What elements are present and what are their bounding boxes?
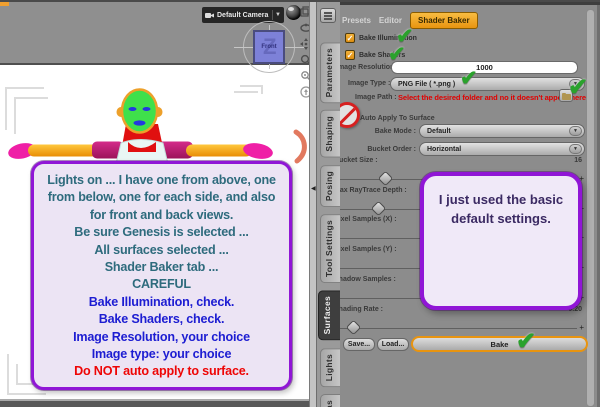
note-line: Bake Illumination, check. bbox=[88, 294, 235, 309]
tutorial-callout-box: I just used the basic default settings. bbox=[420, 172, 582, 310]
load-button[interactable]: Load... bbox=[377, 338, 409, 351]
chevron-down-icon[interactable]: ▼ bbox=[275, 12, 281, 18]
side-tab[interactable]: Posing bbox=[320, 164, 340, 208]
shader-baker-panel: Presets Editor Shader Baker ✓ Bake Illum… bbox=[333, 2, 600, 407]
chevron-down-icon[interactable]: ▼ bbox=[569, 79, 582, 89]
note-line: Shader Baker tab ... bbox=[104, 260, 219, 275]
note-line: Be sure Genesis is selected ... bbox=[74, 225, 249, 240]
slider-label: Shading Rate : bbox=[334, 305, 384, 313]
viewport-header-area: Default Camera ▼ Z Front bbox=[0, 2, 309, 73]
app-window: Default Camera ▼ Z Front Lights on ... I… bbox=[0, 0, 600, 407]
slider-label: Max RayTrace Depth : bbox=[334, 186, 407, 194]
save-button[interactable]: Save... bbox=[343, 338, 375, 351]
bake-mode-value: Default bbox=[427, 128, 451, 135]
slider-handle[interactable] bbox=[345, 319, 361, 335]
view-cube-widget[interactable]: Z Front bbox=[234, 21, 304, 73]
side-tab-strip: Parameters Shaping Posing Tool Settings Surf… bbox=[317, 2, 340, 407]
panel-scrollbar[interactable] bbox=[586, 9, 595, 407]
viewport-bottom-bar bbox=[0, 401, 309, 407]
callout-line: I just used the basic bbox=[438, 192, 564, 207]
slider-label: Bucket Size : bbox=[334, 157, 378, 164]
viewport-pane: Default Camera ▼ Z Front Lights on ... I… bbox=[0, 2, 312, 407]
slider-handle[interactable] bbox=[377, 170, 394, 187]
bake-button[interactable]: Bake bbox=[411, 336, 588, 352]
slider-handle[interactable] bbox=[370, 200, 387, 216]
view-cube[interactable]: Z Front bbox=[253, 30, 285, 64]
bake-illumination-checkbox[interactable]: ✓ bbox=[345, 33, 355, 43]
panel-menu-icon[interactable] bbox=[320, 8, 336, 23]
side-tab[interactable]: Parameters bbox=[320, 42, 340, 104]
image-type-value: PNG File ( *.png ) bbox=[398, 81, 456, 88]
bake-mode-dropdown[interactable]: Default ▼ bbox=[419, 124, 585, 138]
slider-label: Shadow Samples : bbox=[334, 275, 396, 283]
bake-shaders-row: ✓ Bake Shaders bbox=[345, 50, 405, 60]
tab-shader-baker[interactable]: Shader Baker bbox=[410, 11, 478, 29]
bake-illumination-label: Bake Illumination bbox=[359, 34, 417, 42]
camera-selector-value: Default Camera bbox=[217, 11, 269, 19]
bake-mode-label: Bake Mode : bbox=[374, 128, 416, 135]
window-corner-accent bbox=[0, 2, 9, 6]
note-line: All surfaces selected ... bbox=[94, 242, 229, 257]
image-resolution-label: Image Resolution : bbox=[336, 64, 399, 71]
view-cube-front-face-label: Front bbox=[261, 44, 277, 50]
panel-header-tabs: Presets Editor Shader Baker bbox=[342, 11, 478, 29]
side-tab[interactable]: Lights bbox=[320, 347, 340, 387]
browse-folder-button[interactable] bbox=[559, 89, 573, 102]
slider-label: Pixel Samples (X) : bbox=[334, 216, 397, 224]
slider-increment[interactable]: + bbox=[579, 323, 584, 332]
bucket-order-value: Horizontal bbox=[427, 146, 462, 153]
chevron-down-icon[interactable]: ▼ bbox=[569, 144, 582, 154]
note-line: CAREFUL bbox=[132, 277, 191, 292]
collapse-pane-icon[interactable]: ◀ bbox=[311, 185, 316, 192]
callout-line: default settings. bbox=[451, 211, 551, 226]
image-type-dropdown[interactable]: PNG File ( *.png ) ▼ bbox=[390, 77, 585, 91]
note-line: Lights on ... I have one from above, one bbox=[47, 173, 276, 187]
side-tab[interactable]: Surfaces bbox=[318, 290, 340, 341]
slider-value: 16 bbox=[574, 157, 582, 164]
curved-arrow-annotation bbox=[293, 129, 307, 164]
note-line: Image Resolution, your choice bbox=[73, 329, 250, 344]
pane-splitter[interactable]: ◀ bbox=[309, 2, 317, 407]
chevron-down-icon[interactable]: ▼ bbox=[569, 126, 582, 136]
bake-shaders-checkbox[interactable]: ✓ bbox=[345, 50, 355, 60]
tab-editor[interactable]: Editor bbox=[379, 16, 402, 25]
bake-illumination-row: ✓ Bake Illumination bbox=[345, 33, 417, 43]
image-resolution-input[interactable]: 1000 bbox=[391, 61, 578, 74]
camera-icon bbox=[205, 12, 214, 18]
image-path-label: Image Path : bbox=[355, 94, 397, 101]
bucket-order-dropdown[interactable]: Horizontal ▼ bbox=[419, 142, 585, 156]
side-tab[interactable]: Shaping bbox=[320, 110, 340, 158]
divider bbox=[272, 10, 274, 20]
side-tab[interactable]: Tool Settings bbox=[320, 214, 340, 284]
slider-track[interactable] bbox=[338, 327, 577, 329]
bake-shaders-label: Bake Shaders bbox=[359, 51, 406, 59]
note-line: Do NOT auto apply to surface. bbox=[74, 364, 249, 379]
genesis-figure bbox=[8, 88, 273, 165]
bucket-order-label: Bucket Order : bbox=[367, 146, 416, 153]
auto-apply-label: Auto Apply To Surface bbox=[360, 115, 435, 122]
note-line: for front and back views. bbox=[89, 207, 234, 222]
image-type-label: Image Type : bbox=[348, 80, 391, 87]
slider-label: Pixel Samples (Y) : bbox=[334, 246, 397, 254]
note-line: from below, one for each side, and also bbox=[47, 190, 276, 205]
note-line: Bake Shaders, check. bbox=[98, 312, 225, 327]
side-tab[interactable]: Cameras bbox=[320, 393, 340, 407]
tutorial-note-box: Lights on ... I have one from above, one… bbox=[31, 161, 292, 390]
note-line: Image type: your choice bbox=[91, 347, 232, 362]
tab-presets[interactable]: Presets bbox=[342, 16, 371, 25]
